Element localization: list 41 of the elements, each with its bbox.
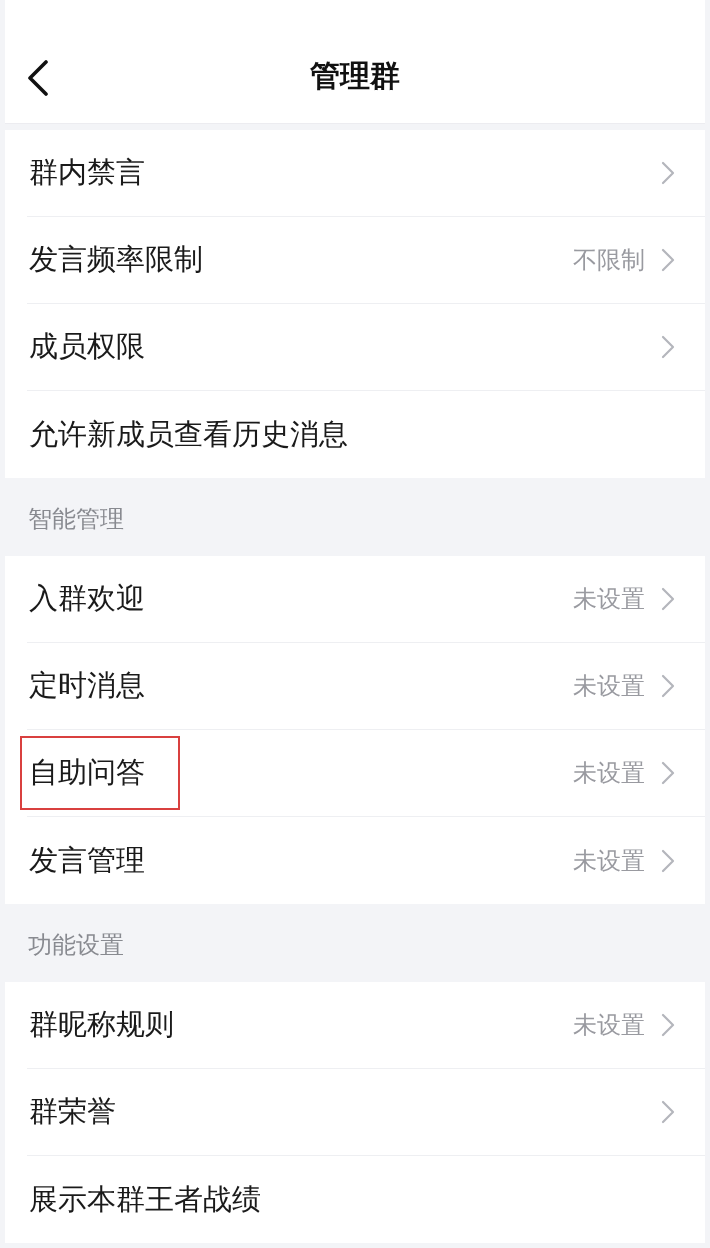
row-label: 发言频率限制 bbox=[28, 242, 203, 277]
settings-row[interactable]: 展示本群王者战绩 bbox=[5, 1156, 705, 1243]
settings-row[interactable]: 发言频率限制 不限制 bbox=[5, 217, 705, 304]
row-label: 群荣誉 bbox=[28, 1094, 116, 1129]
chevron-right-icon bbox=[661, 248, 675, 272]
settings-row[interactable]: 定时消息 未设置 bbox=[5, 643, 705, 730]
chevron-right-icon bbox=[661, 674, 675, 698]
chevron-right-icon bbox=[661, 1100, 675, 1124]
row-value: 未设置 bbox=[573, 1010, 645, 1040]
row-value: 未设置 bbox=[573, 845, 645, 876]
row-value: 未设置 bbox=[573, 671, 645, 701]
row-value: 未设置 bbox=[573, 584, 645, 614]
row-label: 发言管理 bbox=[28, 842, 145, 878]
chevron-right-icon bbox=[661, 761, 675, 785]
row-label: 展示本群王者战绩 bbox=[28, 1181, 261, 1217]
settings-row[interactable]: 发言管理 未设置 bbox=[5, 817, 705, 904]
page-title: 管理群 bbox=[310, 58, 400, 94]
chevron-right-icon bbox=[661, 161, 675, 185]
chevron-right-icon bbox=[661, 587, 675, 611]
row-label: 允许新成员查看历史消息 bbox=[28, 416, 348, 452]
back-icon bbox=[27, 60, 49, 96]
row-label: 成员权限 bbox=[28, 329, 145, 364]
settings-row[interactable]: 入群欢迎 未设置 bbox=[5, 556, 705, 643]
row-value: 不限制 bbox=[573, 245, 645, 275]
row-value: 未设置 bbox=[573, 758, 645, 788]
row-label: 群昵称规则 bbox=[28, 1007, 174, 1042]
settings-row[interactable]: 群荣誉 bbox=[5, 1069, 705, 1156]
chevron-right-icon bbox=[661, 848, 675, 873]
settings-row[interactable]: 自助问答 未设置 bbox=[5, 730, 705, 817]
settings-row[interactable]: 群昵称规则 未设置 bbox=[5, 982, 705, 1069]
section-title: 智能管理 bbox=[28, 504, 124, 534]
chevron-right-icon bbox=[661, 335, 675, 359]
settings-row[interactable]: 允许新成员查看历史消息 bbox=[5, 391, 705, 478]
settings-row[interactable]: 成员权限 bbox=[5, 304, 705, 391]
row-label: 自助问答 bbox=[28, 755, 145, 790]
row-label: 群内禁言 bbox=[28, 155, 145, 190]
chevron-right-icon bbox=[661, 1013, 675, 1037]
row-label: 定时消息 bbox=[28, 668, 145, 703]
row-label: 入群欢迎 bbox=[28, 581, 145, 616]
settings-row[interactable]: 群内禁言 bbox=[5, 130, 705, 217]
section-title: 功能设置 bbox=[28, 930, 124, 960]
